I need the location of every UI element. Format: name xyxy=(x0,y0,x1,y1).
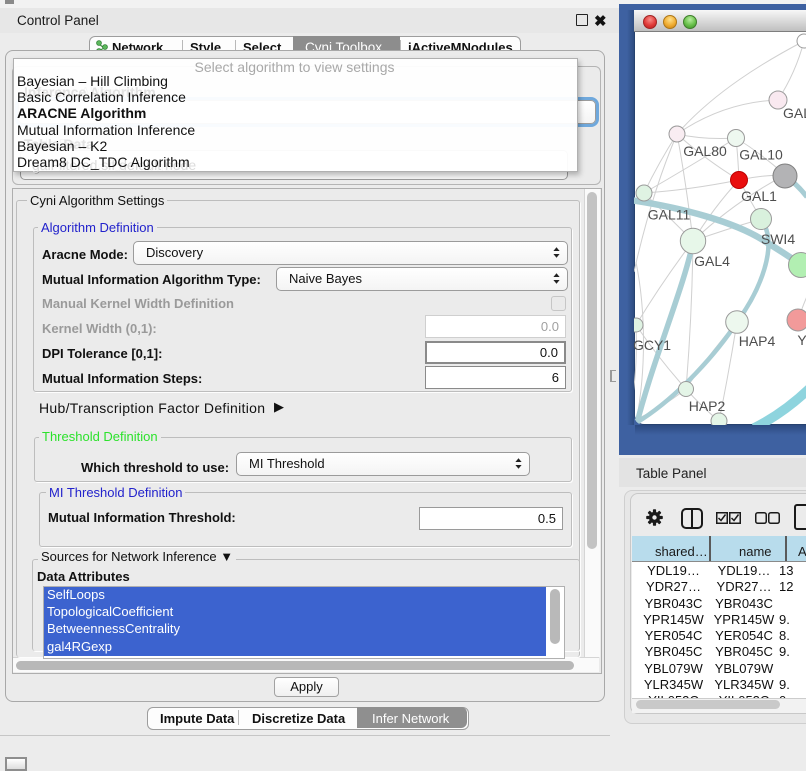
svg-text:GAL4: GAL4 xyxy=(694,253,730,269)
svg-text:GCY1: GCY1 xyxy=(634,337,671,353)
svg-text:GAL1: GAL1 xyxy=(741,188,777,204)
svg-text:HAP4: HAP4 xyxy=(739,333,776,349)
svg-text:Y: Y xyxy=(797,332,806,348)
svg-text:HAP2: HAP2 xyxy=(689,398,726,414)
svg-text:GAL10: GAL10 xyxy=(739,147,783,163)
svg-text:GAL80: GAL80 xyxy=(683,143,727,159)
svg-text:GAL: GAL xyxy=(783,105,806,121)
svg-text:GAL11: GAL11 xyxy=(648,207,691,223)
svg-text:SWI4: SWI4 xyxy=(761,231,795,247)
